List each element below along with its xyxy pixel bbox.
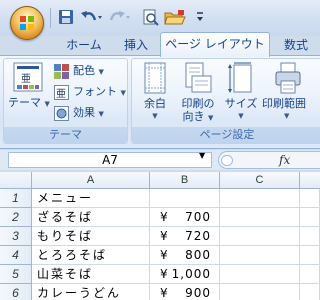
formula-bar: A7 ▼ fx — [0, 150, 320, 170]
currency-symbol: ¥ — [160, 248, 168, 262]
themes-icon: 亜 — [13, 62, 43, 92]
colors-icon — [54, 64, 69, 79]
cell-a[interactable]: とろろそば — [32, 246, 150, 265]
cell-c[interactable] — [220, 246, 300, 265]
insert-function-button[interactable]: fx — [279, 152, 290, 168]
cell-d[interactable] — [300, 189, 320, 208]
price-value: 720 — [185, 229, 211, 243]
price-value: 800 — [185, 248, 211, 262]
effects-label: 効果 — [73, 106, 95, 119]
tab-insert[interactable]: 挿入 — [116, 36, 156, 56]
cell-a[interactable]: メニュー — [32, 189, 150, 208]
cell-b[interactable]: ¥900 — [150, 284, 220, 300]
orientation-label-line1: 印刷の — [181, 97, 215, 110]
margins-icon — [144, 62, 166, 94]
cell-c[interactable] — [220, 284, 300, 300]
cell-c[interactable] — [220, 189, 300, 208]
themes-label: テーマ — [8, 96, 41, 109]
currency-symbol: ¥ — [160, 267, 168, 281]
svg-text:亜: 亜 — [21, 74, 31, 85]
size-icon — [228, 62, 252, 93]
cell-a[interactable]: ざるそば — [32, 208, 150, 227]
cell-b[interactable]: ¥800 — [150, 246, 220, 265]
cell-c[interactable] — [220, 227, 300, 246]
column-header-c[interactable]: C — [220, 172, 300, 189]
theme-group: 亜 テーマ ▼ 配色 ▼ 亜 フォント ▼ 効果 ▼ テーマ — [3, 58, 128, 144]
column-header-a[interactable]: A — [32, 172, 150, 189]
office-logo-icon — [20, 16, 34, 30]
cell-b[interactable]: ¥1,000 — [150, 265, 220, 284]
size-label: サイズ — [224, 97, 258, 110]
name-box[interactable]: A7 — [8, 152, 212, 168]
svg-text:亜: 亜 — [56, 89, 66, 100]
price-value: 1,000 — [171, 267, 211, 281]
row-header[interactable]: 1 — [0, 189, 32, 208]
open-folder-icon[interactable] — [164, 9, 186, 27]
print-area-icon — [275, 62, 301, 94]
ribbon: 亜 テーマ ▼ 配色 ▼ 亜 フォント ▼ 効果 ▼ テーマ 余白 ▼ 印刷の … — [0, 55, 320, 149]
cell-d[interactable] — [300, 208, 320, 227]
column-header-next[interactable] — [300, 172, 320, 189]
name-box-dropdown-icon[interactable]: ▼ — [199, 151, 205, 160]
cell-d[interactable] — [300, 246, 320, 265]
office-button[interactable] — [10, 6, 44, 40]
cell-b[interactable]: ¥700 — [150, 208, 220, 227]
cell-d[interactable] — [300, 265, 320, 284]
formula-input[interactable]: fx — [218, 151, 320, 169]
cell-a[interactable]: 山菜そば — [32, 265, 150, 284]
cell-a[interactable]: カレーうどん — [32, 284, 150, 300]
row-header[interactable]: 3 — [0, 227, 32, 246]
customize-dropdown-icon[interactable] — [196, 11, 204, 29]
colors-label: 配色 — [73, 64, 95, 77]
currency-symbol: ¥ — [160, 229, 168, 243]
tab-home[interactable]: ホーム — [54, 36, 114, 56]
cell-d[interactable] — [300, 227, 320, 246]
print-area-label: 印刷範囲 — [262, 97, 306, 110]
currency-symbol: ¥ — [160, 286, 168, 300]
cell-c[interactable] — [220, 208, 300, 227]
page-setup-group: 余白 ▼ 印刷の 向き ▼ サイズ ▼ 印刷範囲 ▼ ページ設定 — [131, 58, 320, 144]
fonts-label: フォント — [73, 85, 117, 98]
cell-b[interactable]: ¥720 — [150, 227, 220, 246]
print-area-button[interactable]: 印刷範囲 ▼ — [262, 62, 320, 124]
redo-icon[interactable] — [108, 9, 130, 27]
print-preview-icon[interactable] — [142, 9, 160, 27]
size-button[interactable]: サイズ ▼ — [222, 62, 260, 124]
row-header[interactable]: 5 — [0, 265, 32, 284]
effects-icon — [54, 106, 69, 121]
ribbon-tabs: ホーム 挿入 ページ レイアウト 数式 — [0, 30, 320, 57]
orientation-label-line2: 向き — [182, 110, 205, 123]
column-header-b[interactable]: B — [150, 172, 220, 189]
undo-icon[interactable] — [80, 9, 102, 27]
worksheet-grid: A B C 1 メニュー 2 ざるそば ¥700 3 もりそば ¥720 4 とろろそば ¥800 5… — [0, 172, 320, 300]
cell-d[interactable] — [300, 284, 320, 300]
price-value: 700 — [185, 210, 211, 224]
row-header[interactable]: 4 — [0, 246, 32, 265]
row-header[interactable]: 6 — [0, 284, 32, 300]
price-value: 900 — [185, 286, 211, 300]
select-all-corner[interactable] — [0, 172, 32, 189]
cell-c[interactable] — [220, 265, 300, 284]
quick-access-separator — [50, 8, 51, 28]
currency-symbol: ¥ — [160, 210, 168, 224]
orientation-button[interactable]: 印刷の 向き ▼ — [177, 62, 219, 124]
formula-expand-handle[interactable] — [221, 155, 233, 166]
fonts-icon: 亜 — [54, 85, 69, 100]
save-icon[interactable] — [58, 9, 74, 27]
tab-page-layout[interactable]: ページ レイアウト — [160, 32, 270, 57]
row-header[interactable]: 2 — [0, 208, 32, 227]
orientation-icon — [185, 62, 212, 93]
cell-a[interactable]: もりそば — [32, 227, 150, 246]
theme-group-label: テーマ — [4, 127, 127, 143]
name-box-value: A7 — [102, 153, 118, 167]
tab-formulas[interactable]: 数式 — [276, 36, 316, 56]
margins-label: 余白 — [144, 97, 166, 110]
page-setup-group-label: ページ設定 — [132, 127, 320, 143]
cell-b[interactable] — [150, 189, 220, 208]
margins-button[interactable]: 余白 ▼ — [136, 62, 174, 124]
themes-button[interactable]: 亜 テーマ ▼ — [8, 62, 50, 122]
